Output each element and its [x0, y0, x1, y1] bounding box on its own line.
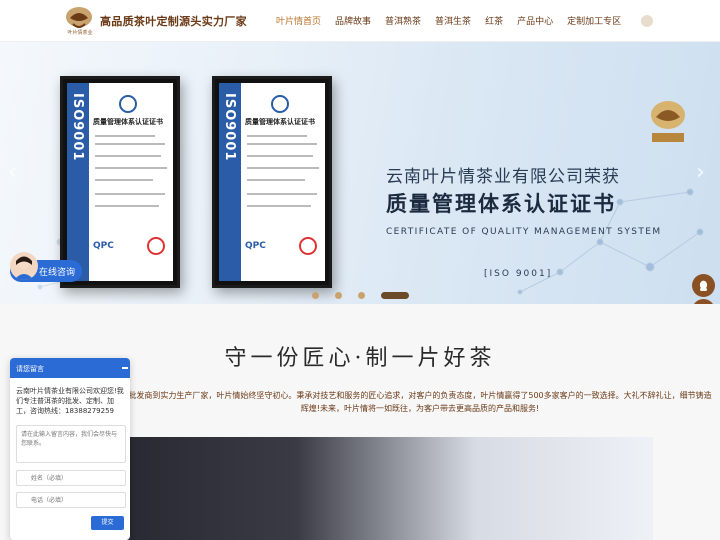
page: 叶片情茶业 高品质茶叶定制源头实力厂家 叶片情首页 品牌故事 普洱熟茶 普洱生茶… — [0, 0, 720, 540]
cert-title: 质量管理体系认证证书 — [93, 118, 163, 126]
welcome-message: 云南叶片情茶业有限公司欢迎您!我们专注普洱茶的批发、定制、加工，咨询热线：183… — [16, 387, 124, 415]
cert-seal-icon — [119, 95, 137, 113]
language-icon[interactable] — [641, 15, 653, 27]
nav-item-raw-puer[interactable]: 普洱生茶 — [435, 14, 471, 27]
next-slide-arrow[interactable]: › — [696, 160, 705, 185]
site-header: 叶片情茶业 高品质茶叶定制源头实力厂家 叶片情首页 品牌故事 普洱熟茶 普洱生茶… — [0, 0, 720, 42]
qq-icon[interactable] — [692, 274, 715, 297]
slide-dot[interactable] — [312, 292, 319, 299]
phone-field[interactable] — [16, 492, 126, 508]
online-consult-label: 在线咨询 — [39, 268, 76, 278]
message-box-title: 请您留言 — [16, 365, 44, 373]
cert-stamp-icon — [299, 237, 317, 255]
name-field[interactable] — [16, 470, 126, 486]
message-box: 请您留言 云南叶片情茶业有限公司欢迎您!我们专注普洱茶的批发、定制、加工，咨询热… — [10, 358, 130, 540]
slide-dot[interactable] — [335, 292, 342, 299]
cert-qpc-logo: QPC — [93, 241, 114, 251]
intro-video[interactable] — [60, 437, 653, 540]
online-consult-button[interactable]: 在线咨询 — [10, 252, 82, 282]
cert-band-text: ISO9001 — [222, 93, 237, 162]
nav-item-home[interactable]: 叶片情首页 — [276, 14, 321, 27]
site-slogan: 高品质茶叶定制源头实力厂家 — [100, 15, 247, 28]
message-box-header: 请您留言 — [10, 358, 130, 378]
certificate-image-2: ISO9001 质量管理体系认证证书 QPC — [212, 76, 332, 288]
slide-dot-active[interactable] — [381, 292, 409, 299]
banner-line-4: [ISO 9001] — [484, 269, 553, 279]
cert-title: 质量管理体系认证证书 — [245, 118, 315, 126]
nav-item-products[interactable]: 产品中心 — [517, 14, 553, 27]
banner-line-3: CERTIFICATE OF QUALITY MANAGEMENT SYSTEM — [386, 227, 662, 237]
banner-line-1: 云南叶片情茶业有限公司荣获 — [386, 167, 620, 187]
minimize-icon[interactable] — [122, 367, 128, 369]
main-nav: 叶片情首页 品牌故事 普洱熟茶 普洱生茶 红茶 产品中心 定制加工专区 — [276, 14, 635, 27]
nav-item-custom[interactable]: 定制加工专区 — [567, 14, 621, 27]
slide-dots — [312, 292, 425, 299]
section-description: 批发商到实力生产厂家，叶片情始终坚守初心。秉承对技艺和服务的匠心追求，对客户的负… — [128, 391, 712, 413]
cert-stamp-icon — [147, 237, 165, 255]
hero-banner: ISO9001 质量管理体系认证证书 QPC ISO9001 质量管理体系认证证… — [0, 42, 720, 304]
nav-item-brand-story[interactable]: 品牌故事 — [335, 14, 371, 27]
prev-slide-arrow[interactable]: ‹ — [8, 160, 17, 185]
nav-item-ripe-puer[interactable]: 普洱熟茶 — [385, 14, 421, 27]
logo-text: 叶片情茶业 — [67, 30, 93, 36]
certificate-image-1: ISO9001 质量管理体系认证证书 QPC — [60, 76, 180, 288]
cert-seal-icon — [271, 95, 289, 113]
cert-qpc-logo: QPC — [245, 241, 266, 251]
support-avatar — [10, 252, 38, 280]
slide-dot[interactable] — [358, 292, 365, 299]
nav-item-black-tea[interactable]: 红茶 — [485, 14, 503, 27]
message-textarea[interactable] — [16, 425, 126, 463]
brand-badge-icon — [651, 101, 685, 142]
cert-band-text: ISO9001 — [70, 93, 85, 162]
banner-line-2: 质量管理体系认证证书 — [386, 192, 616, 216]
submit-button[interactable]: 提交 — [91, 516, 124, 530]
